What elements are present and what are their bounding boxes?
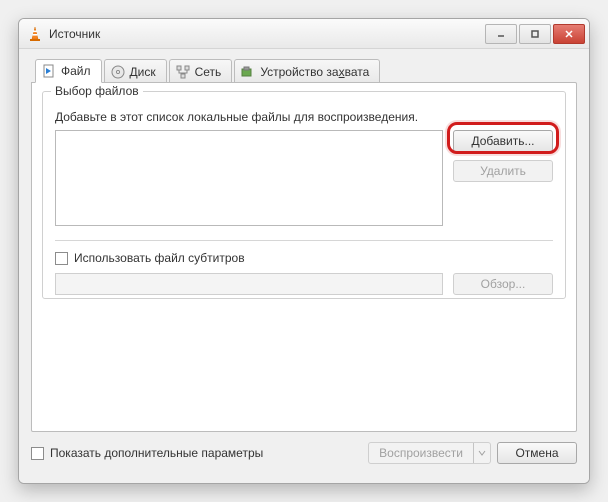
subtitle-row: Обзор... [55, 273, 553, 295]
play-button[interactable]: Воспроизвести [368, 442, 491, 464]
chevron-down-icon[interactable] [474, 449, 490, 457]
tab-label: Диск [130, 65, 156, 79]
cancel-button[interactable]: Отмена [497, 442, 577, 464]
tab-network[interactable]: Сеть [169, 59, 233, 83]
divider [55, 240, 553, 241]
file-list[interactable] [55, 130, 443, 226]
tab-label: Устройство захвата [260, 65, 369, 79]
add-button[interactable]: Добавить... [453, 130, 553, 152]
tab-body: Выбор файлов Добавьте в этот список лока… [31, 82, 577, 432]
delete-button: Удалить [453, 160, 553, 182]
subtitles-checkbox-label: Использовать файл субтитров [74, 251, 245, 265]
tabs-header: Файл Диск Сеть Устройство захвата [31, 59, 577, 83]
file-icon [42, 64, 56, 78]
window-title: Источник [49, 27, 483, 41]
capture-icon [241, 65, 255, 79]
show-more-row[interactable]: Показать дополнительные параметры [31, 446, 263, 460]
disc-icon [111, 65, 125, 79]
group-title: Выбор файлов [51, 84, 143, 98]
show-more-label: Показать дополнительные параметры [50, 446, 263, 460]
play-button-label: Воспроизвести [369, 443, 474, 463]
dialog-window: Источник Файл Диск Сеть Устройство захв [18, 18, 590, 484]
side-buttons: Добавить... Удалить [453, 130, 553, 182]
subtitle-path-input [55, 273, 443, 295]
tab-file[interactable]: Файл [35, 59, 102, 83]
tab-capture[interactable]: Устройство захвата [234, 59, 380, 83]
tab-label: Файл [61, 64, 91, 78]
minimize-button[interactable] [485, 24, 517, 44]
tab-label: Сеть [195, 65, 222, 79]
window-buttons [483, 24, 585, 44]
checkbox-icon[interactable] [31, 447, 44, 460]
maximize-button[interactable] [519, 24, 551, 44]
file-row: Добавить... Удалить [55, 130, 553, 226]
vlc-cone-icon [27, 26, 43, 42]
network-icon [176, 65, 190, 79]
action-buttons: Воспроизвести Отмена [368, 442, 577, 464]
file-selection-group: Выбор файлов Добавьте в этот список лока… [42, 91, 566, 299]
tab-disc[interactable]: Диск [104, 59, 167, 83]
titlebar: Источник [19, 19, 589, 49]
close-button[interactable] [553, 24, 585, 44]
checkbox-icon[interactable] [55, 252, 68, 265]
hint-text: Добавьте в этот список локальные файлы д… [55, 110, 553, 124]
browse-button: Обзор... [453, 273, 553, 295]
client-area: Файл Диск Сеть Устройство захвата Выбор … [19, 49, 589, 483]
subtitles-checkbox-row[interactable]: Использовать файл субтитров [55, 251, 553, 265]
footer: Показать дополнительные параметры Воспро… [31, 442, 577, 464]
